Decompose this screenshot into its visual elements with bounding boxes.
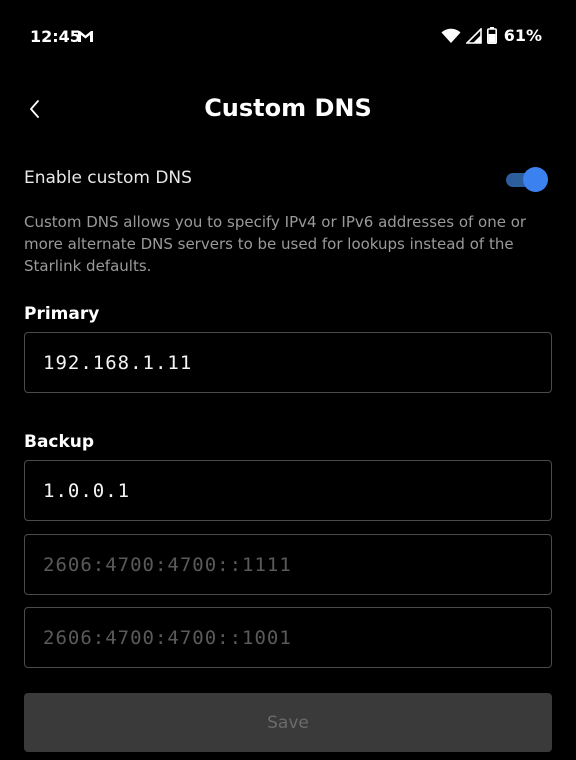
primary-label: Primary (24, 304, 100, 324)
enable-custom-dns-label: Enable custom DNS (24, 168, 192, 188)
save-button[interactable]: Save (24, 693, 552, 752)
primary-dns-input[interactable] (25, 333, 551, 392)
gmail-icon (78, 31, 93, 42)
primary-dns-field (24, 332, 552, 393)
signal-icon (465, 27, 482, 44)
backup-dns-field (24, 460, 552, 521)
ipv6-dns-input-1[interactable] (25, 535, 551, 594)
wifi-icon (441, 28, 461, 43)
status-time: 12:45 (30, 27, 81, 46)
ipv6-dns-field-2 (24, 607, 552, 668)
battery-percent: 61% (503, 26, 542, 45)
enable-custom-dns-row: Enable custom DNS (24, 160, 552, 198)
page-title: Custom DNS (204, 94, 372, 122)
status-indicators: 61% (441, 26, 542, 45)
backup-label: Backup (24, 432, 95, 452)
ipv6-dns-field-1 (24, 534, 552, 595)
toggle-thumb (523, 167, 548, 192)
ipv6-dns-input-2[interactable] (25, 608, 551, 667)
custom-dns-description: Custom DNS allows you to specify IPv4 or… (24, 213, 527, 275)
backup-dns-input[interactable] (25, 461, 551, 520)
status-bar: 12:45 61% (0, 0, 576, 72)
header: Custom DNS (0, 80, 576, 138)
battery-icon (486, 27, 497, 44)
enable-custom-dns-toggle[interactable] (502, 166, 548, 192)
